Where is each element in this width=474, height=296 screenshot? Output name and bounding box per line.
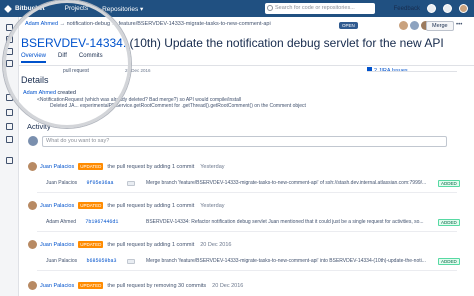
- page-title: BSERVDEV-14334: (10th) Update the notifi…: [21, 36, 444, 50]
- tab-diff[interactable]: Diff: [58, 53, 67, 63]
- title-text: (10th) Update the notification debug ser…: [126, 36, 444, 50]
- header-divider: [19, 65, 474, 66]
- brand-label: Bitbucket: [15, 5, 45, 12]
- added-badge: ADDED: [438, 258, 460, 265]
- merge-button[interactable]: Merge: [426, 21, 454, 31]
- status-badge: OPEN: [339, 22, 358, 29]
- activity-time: 20 Dec 2016: [200, 241, 232, 248]
- activity-author[interactable]: Juan Palacios: [40, 203, 74, 209]
- avatar: [28, 281, 37, 290]
- activity-time: 20 Dec 2016: [212, 282, 244, 289]
- overview-icon[interactable]: [6, 24, 13, 31]
- issue-key[interactable]: BSERVDEV-14334:: [21, 36, 126, 50]
- commit-row: Adam Ahmed 7b1967446d1: [46, 219, 118, 225]
- search-input[interactable]: Search for code or repositories...: [265, 3, 375, 14]
- added-badge: ADDED: [438, 219, 460, 226]
- jira-divider: [367, 71, 457, 72]
- settings-icon[interactable]: [6, 157, 13, 164]
- activity-time: Yesterday: [200, 202, 225, 209]
- commit-hash[interactable]: 9f05e36aa: [87, 180, 114, 186]
- notifications-icon[interactable]: [443, 4, 452, 13]
- breadcrumb: Adam Ahmed → notification-debug → featur…: [25, 21, 271, 27]
- commit-row: Juan Palacios 9f05e36aa: [46, 180, 114, 186]
- added-badge: ADDED: [438, 180, 460, 187]
- search-icon: [267, 5, 273, 11]
- activity-text: the pull request by adding 1 commit: [107, 241, 195, 248]
- updated-badge: UPDATED: [78, 282, 104, 289]
- created-label: pull request: [63, 68, 89, 74]
- search-placeholder: Search for code or repositories...: [275, 5, 355, 11]
- help-icon[interactable]: [427, 4, 436, 13]
- created-date: 20 Dec 2016: [125, 68, 151, 73]
- commit-message: Merge branch 'feature/BSERVDEV-14333-mig…: [146, 258, 426, 264]
- commit-message: BSERVDEV-14334: Refactor notification de…: [146, 219, 424, 225]
- breadcrumb-author[interactable]: Adam Ahmed: [25, 21, 58, 27]
- breadcrumb-branches: → notification-debug → feature/BSERVDEV-…: [59, 21, 271, 27]
- reviewer-avatar[interactable]: [410, 21, 419, 30]
- activity-author[interactable]: Juan Palacios: [40, 242, 74, 248]
- comment-placeholder: What do you want to say?: [46, 138, 110, 144]
- bitbucket-icon: [4, 4, 12, 13]
- entry-divider: [37, 231, 457, 232]
- nav-projects[interactable]: Projects: [65, 5, 88, 13]
- pr-tabs: Overview Diff Commits: [21, 53, 103, 63]
- activity-text: the pull request by adding 1 commit: [107, 163, 195, 170]
- comment-input[interactable]: What do you want to say?: [42, 136, 447, 147]
- author-action: created: [56, 90, 76, 96]
- updated-badge: UPDATED: [78, 241, 104, 248]
- description-line: Deleted JA... experimentalPRService.getR…: [50, 103, 306, 109]
- feedback-link[interactable]: Feedback: [394, 6, 420, 12]
- current-user-avatar: [28, 136, 38, 146]
- tab-overview[interactable]: Overview: [21, 53, 47, 63]
- commit-message: Merge branch 'feature/BSERVDEV-14333-mig…: [146, 180, 427, 186]
- details-heading: Details: [21, 75, 49, 85]
- activity-entry: Juan Palacios UPDATED the pull request b…: [28, 162, 225, 171]
- branches-icon[interactable]: [6, 36, 13, 43]
- commit-author: Adam Ahmed: [46, 219, 77, 225]
- nav-repositories[interactable]: Repositories ▾: [102, 5, 143, 13]
- commit-hash[interactable]: b685059ba3: [87, 258, 117, 264]
- author-name[interactable]: Adam Ahmed: [23, 90, 56, 96]
- bitbucket-logo[interactable]: Bitbucket: [4, 4, 45, 13]
- activity-author[interactable]: Juan Palacios: [40, 164, 74, 170]
- commits-icon[interactable]: [6, 48, 13, 55]
- commit-hash[interactable]: 7b1967446d1: [85, 219, 118, 225]
- activity-time: Yesterday: [200, 163, 225, 170]
- tab-commits[interactable]: Commits: [79, 53, 103, 63]
- source-icon[interactable]: [6, 94, 13, 101]
- expand-message-button[interactable]: [127, 259, 135, 264]
- avatar: [28, 201, 37, 210]
- commit-author: Juan Palacios: [46, 180, 78, 186]
- entry-divider: [37, 192, 457, 193]
- entry-divider: [37, 270, 457, 271]
- activity-text: the pull request by adding 1 commit: [107, 202, 195, 209]
- commit-row: Juan Palacios b685059ba3: [46, 258, 117, 264]
- pull-request-icon[interactable]: [6, 109, 13, 116]
- activity-text: the pull request by removing 30 commits: [107, 282, 207, 289]
- expand-message-button[interactable]: [127, 181, 135, 186]
- more-actions-button[interactable]: •••: [456, 22, 462, 28]
- user-avatar[interactable]: [459, 4, 468, 13]
- author-line: Adam Ahmed created: [23, 90, 76, 96]
- updated-badge: UPDATED: [78, 202, 104, 209]
- activity-entry: Juan Palacios UPDATED the pull request b…: [28, 201, 225, 210]
- left-sidebar: [0, 17, 19, 296]
- avatar: [28, 162, 37, 171]
- commit-author: Juan Palacios: [46, 258, 78, 264]
- branch-icon[interactable]: [6, 60, 13, 67]
- pipelines-icon[interactable]: [6, 136, 13, 143]
- updated-badge: UPDATED: [78, 163, 104, 170]
- fork-icon[interactable]: [6, 123, 13, 130]
- activity-entry: Juan Palacios UPDATED the pull request b…: [28, 281, 243, 290]
- reviewer-avatar[interactable]: [399, 21, 408, 30]
- activity-author[interactable]: Juan Palacios: [40, 283, 74, 289]
- avatar: [28, 240, 37, 249]
- activity-entry: Juan Palacios UPDATED the pull request b…: [28, 240, 231, 249]
- pull-request-header: Adam Ahmed → notification-debug → featur…: [19, 17, 474, 65]
- activity-heading: Activity: [27, 122, 51, 131]
